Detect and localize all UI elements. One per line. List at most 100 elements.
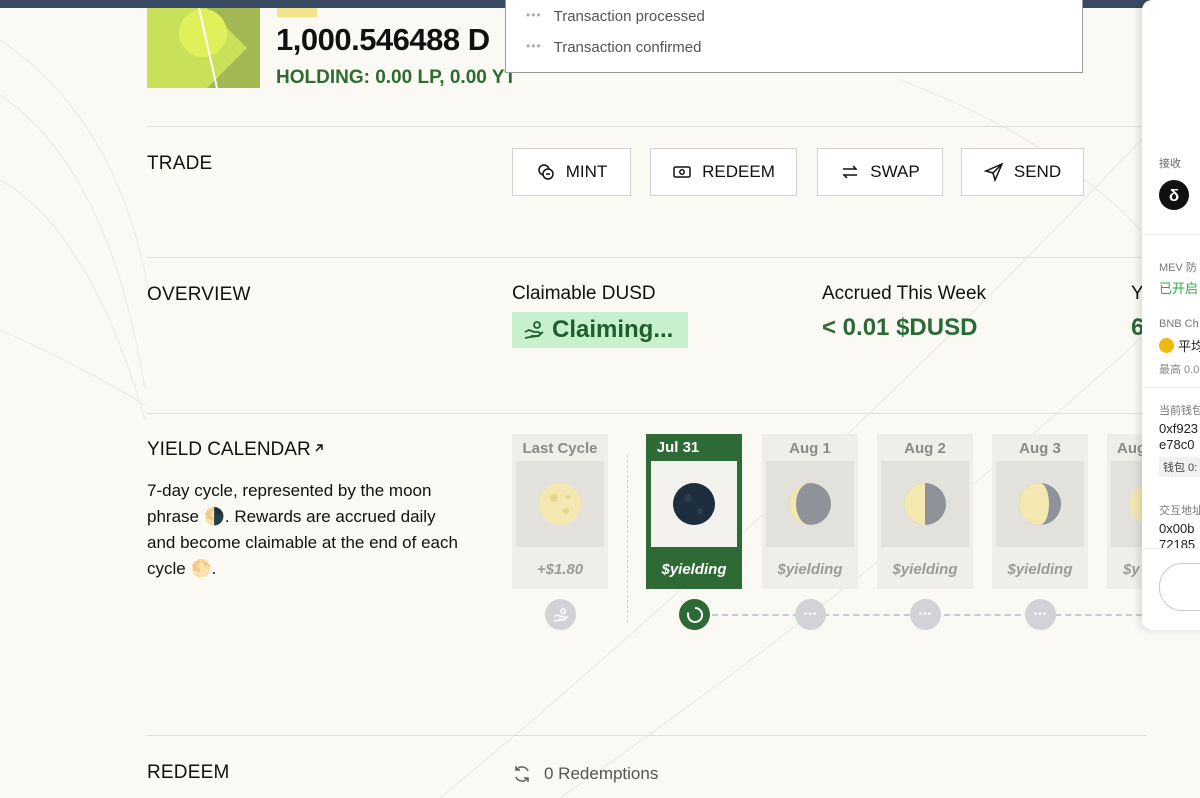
interact-address-line1: 0x00b: [1159, 521, 1195, 536]
wallet-extension-panel: 接收 δ MEV 防 已开启 BNB Ch 平均 最高 0.0 当前钱包 0xf…: [1142, 0, 1200, 630]
card-label: Aug 3: [1019, 440, 1061, 457]
card-value: $yielding: [661, 561, 727, 578]
redeem-button[interactable]: REDEEM: [650, 148, 797, 196]
transaction-toast: ••• Transaction processed ••• Transactio…: [505, 0, 1083, 73]
accrued-label: Accrued This Week: [822, 283, 987, 304]
chain-label: BNB Ch: [1159, 318, 1199, 330]
ellipsis-icon: •••: [1033, 609, 1048, 620]
overview-section-label: OVERVIEW: [147, 284, 251, 305]
claimable-label: Claimable DUSD: [512, 283, 656, 304]
wallet-address-line1: 0xf923: [1159, 421, 1199, 436]
external-link-icon: [315, 444, 323, 452]
token-logo: [147, 8, 260, 88]
svg-text:δ: δ: [1169, 186, 1179, 205]
first-quarter-icon: [904, 483, 946, 525]
mev-label: MEV 防: [1159, 262, 1197, 274]
claimed-status-dot: [545, 599, 576, 630]
mev-status: 已开启: [1159, 281, 1199, 296]
section-divider: [147, 413, 1147, 414]
card-label: Last Cycle: [522, 440, 598, 457]
loading-spinner-icon: [686, 606, 703, 623]
send-button[interactable]: SEND: [961, 148, 1084, 196]
new-moon-icon: [673, 483, 715, 525]
accrued-value: < 0.01 $DUSD: [822, 314, 978, 341]
ellipsis-icon: •••: [526, 8, 542, 22]
yield-calendar-link[interactable]: YIELD CALENDAR: [147, 439, 325, 461]
send-icon: [983, 162, 1004, 182]
yield-calendar-description: 7-day cycle, represented by the moon phr…: [147, 481, 458, 578]
receive-label: 接收: [1159, 158, 1181, 170]
wallet-action-button[interactable]: [1159, 563, 1200, 611]
redemptions-count[interactable]: 0 Redemptions: [512, 764, 658, 784]
interact-address-label: 交互地址: [1159, 505, 1200, 517]
claimable-value: Claiming...: [552, 316, 674, 343]
calendar-card-last-cycle[interactable]: Last Cycle +$1.80: [512, 434, 608, 589]
card-image: [881, 461, 969, 547]
bnb-icon: [1159, 338, 1174, 353]
token-logo-icon: δ: [1159, 180, 1189, 210]
background-arcs: [0, 39, 1161, 798]
swap-button[interactable]: SWAP: [817, 148, 943, 196]
hand-coin-icon: [524, 321, 544, 339]
claiming-status: Claiming...: [512, 312, 688, 348]
calendar-card[interactable]: Aug 3 $yielding: [992, 434, 1088, 589]
section-divider: [147, 257, 1147, 258]
card-label: Aug 2: [904, 440, 946, 457]
current-status-dot: [679, 599, 710, 630]
holding-summary: HOLDING: 0.00 LP, 0.00 YT: [276, 67, 517, 88]
gas-speed[interactable]: 平均: [1159, 336, 1200, 355]
toast-row: ••• Transaction confirmed: [526, 39, 701, 56]
swap-button-label: SWAP: [870, 162, 920, 181]
card-image: [516, 461, 604, 547]
card-value: $yielding: [892, 561, 958, 578]
cycle-separator: [627, 455, 628, 623]
current-date-tab: Jul 31: [646, 434, 710, 460]
card-value: $yielding: [1007, 561, 1073, 578]
pending-status-dot: •••: [1025, 599, 1056, 630]
card-image: [651, 461, 737, 547]
swap-arrows-icon: [842, 165, 859, 179]
calendar-card[interactable]: Aug 2 $yielding: [877, 434, 973, 589]
card-image: [766, 461, 854, 547]
wallet-divider: [1142, 387, 1200, 388]
interact-address-line2: 72185: [1159, 537, 1196, 552]
wallet-divider: [1142, 234, 1200, 235]
current-wallet-label: 当前钱包: [1159, 405, 1200, 417]
toast-text: Transaction processed: [553, 8, 705, 25]
redeem-section-label: REDEEM: [147, 762, 230, 783]
card-image: [996, 461, 1084, 547]
calendar-card[interactable]: Aug 1 $yielding: [762, 434, 858, 589]
wallet-badge: 钱包 0:: [1159, 457, 1200, 477]
mint-button-label: MINT: [565, 162, 608, 181]
full-moon-icon: [539, 483, 581, 525]
coins-icon: [537, 164, 554, 180]
gas-speed-value: 平均: [1178, 339, 1200, 354]
ellipsis-icon: •••: [526, 39, 542, 53]
max-fee: 最高 0.0: [1159, 364, 1200, 376]
card-label: Aug 1: [789, 440, 831, 457]
wallet-divider: [1142, 548, 1200, 549]
card-value: +$1.80: [536, 561, 584, 578]
section-divider: [147, 735, 1147, 736]
pending-status-dot: •••: [910, 599, 941, 630]
receive-token[interactable]: δ: [1159, 180, 1189, 213]
card-value: $yielding: [777, 561, 843, 578]
pending-status-dot: •••: [795, 599, 826, 630]
mint-button[interactable]: MINT: [512, 148, 631, 196]
token-badge: [277, 8, 317, 17]
redeem-button-label: REDEEM: [702, 162, 775, 181]
refresh-icon: [515, 766, 529, 782]
calendar-card[interactable]: Aug $y: [1107, 434, 1147, 589]
waxing-gibbous-icon: [1019, 483, 1061, 525]
yield-calendar-title: YIELD CALENDAR: [147, 439, 311, 460]
ellipsis-icon: •••: [918, 609, 933, 620]
redemptions-count-text: 0 Redemptions: [544, 764, 659, 783]
wallet-address-line2: e78c0: [1159, 437, 1195, 452]
ellipsis-icon: •••: [803, 609, 818, 620]
toast-row: ••• Transaction processed: [526, 8, 705, 25]
send-button-label: SEND: [1013, 162, 1062, 181]
balance-value: 1,000.546488 D: [276, 22, 490, 57]
trade-section-label: TRADE: [147, 153, 213, 174]
waxing-crescent-icon: [789, 483, 831, 525]
section-divider: [147, 126, 1147, 127]
